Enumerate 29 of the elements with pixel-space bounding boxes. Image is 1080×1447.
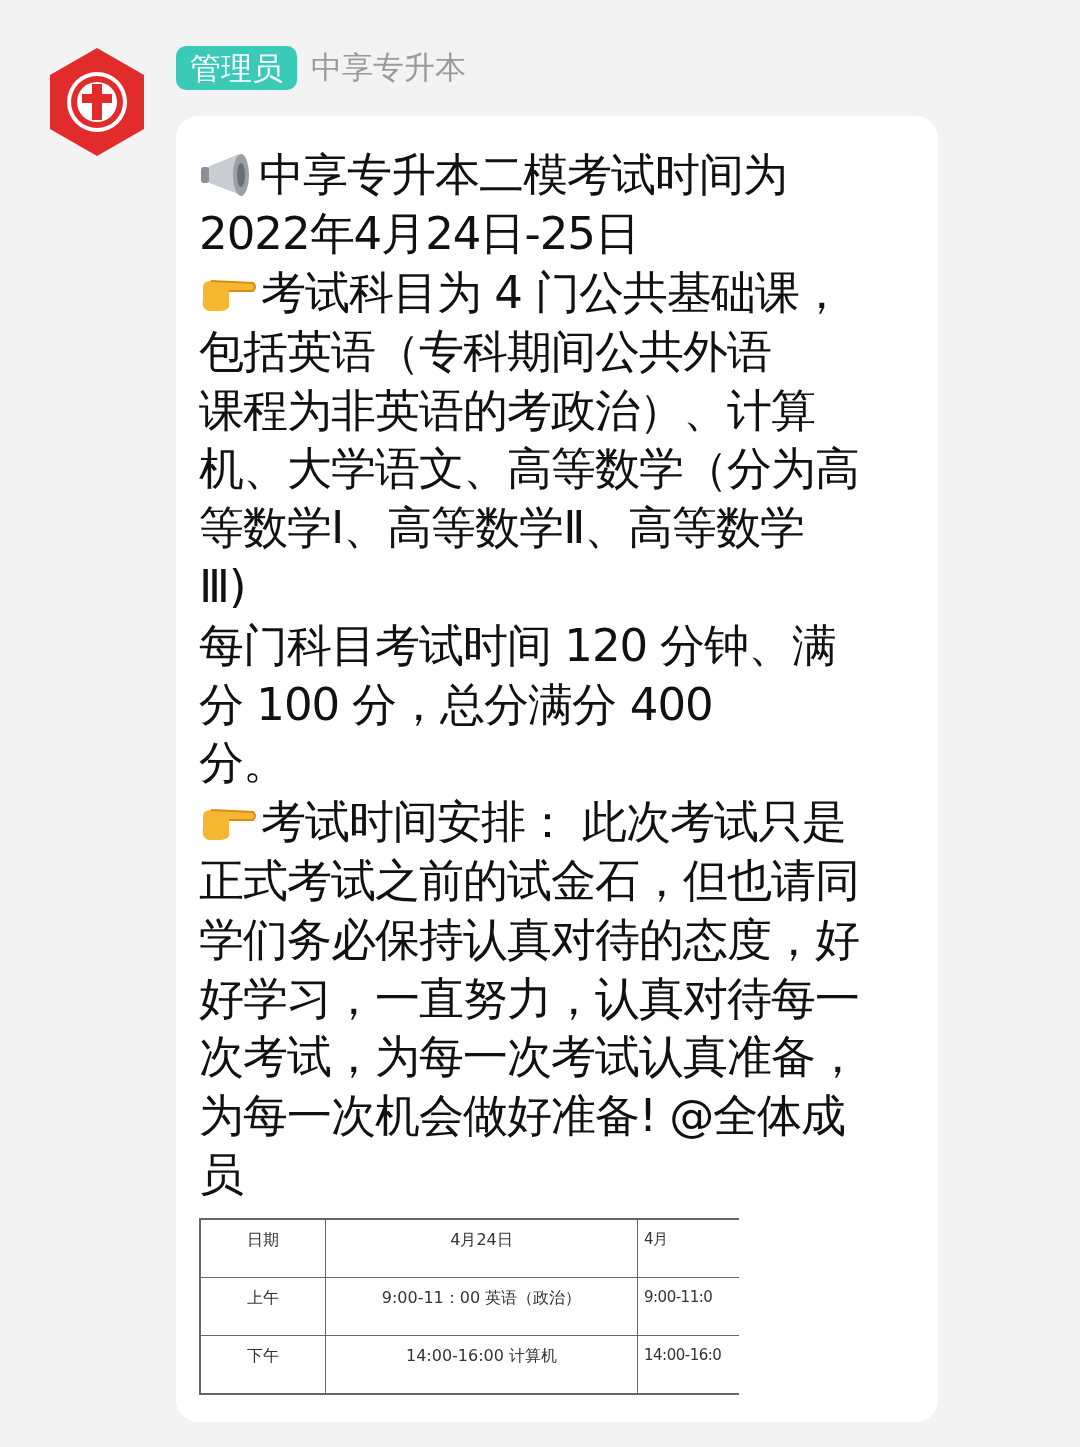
message-text: 考试时间安排： 此次考试只是: [261, 794, 847, 851]
table-cell: 14:00-16:00 计算机: [326, 1336, 638, 1394]
table-cell: 日期: [201, 1220, 326, 1278]
message-text: 正式考试之前的试金石，但也请同: [199, 852, 859, 909]
message-text: 包括英语（专科期间公共外语: [199, 323, 771, 380]
message-text: 分。: [199, 735, 287, 792]
sender-name: 中享专升本: [311, 48, 466, 87]
message-text: 员: [199, 1146, 243, 1203]
message-text: 考试科目为 4 门公共基础课，: [261, 265, 844, 321]
table-cell-text: 14:00-16:0: [643, 1345, 723, 1367]
message-text: 每门科目考试时间 120 分钟、满: [199, 617, 837, 674]
table-cell: 9:00-11：00 英语（政治）: [326, 1278, 638, 1336]
table-cell: 下午: [201, 1336, 326, 1394]
table-cell-text: 9:00-11:0: [643, 1287, 714, 1309]
message-text: 分 100 分，总分满分 400: [199, 676, 713, 733]
message-text: 课程为非英语的考政治）、计算: [199, 382, 815, 439]
message-text: 机、大学语文、高等数学（分为高: [199, 441, 859, 498]
role-badge: 管理员: [176, 46, 297, 90]
message-text: 学们务必保持认真对待的态度，好: [199, 911, 859, 968]
message-text: 为每一次机会做好准备! @全体成: [199, 1088, 846, 1145]
message-text: 次考试，为每一次考试认真准备，: [199, 1029, 859, 1086]
message-text: 2022年4月24日-25日: [199, 206, 639, 263]
message-text: 等数学Ⅰ、高等数学Ⅱ、高等数学: [199, 500, 805, 557]
table-cell: 上午: [201, 1278, 326, 1336]
message-text: 好学习，一直努力，认真对待每一: [199, 970, 859, 1027]
message-text: Ⅲ): [199, 560, 246, 614]
table-cell-text: 4月: [643, 1229, 669, 1251]
message-text: 中享专升本二模考试时间为: [259, 147, 787, 204]
table-cell: 4月24日: [326, 1220, 638, 1278]
